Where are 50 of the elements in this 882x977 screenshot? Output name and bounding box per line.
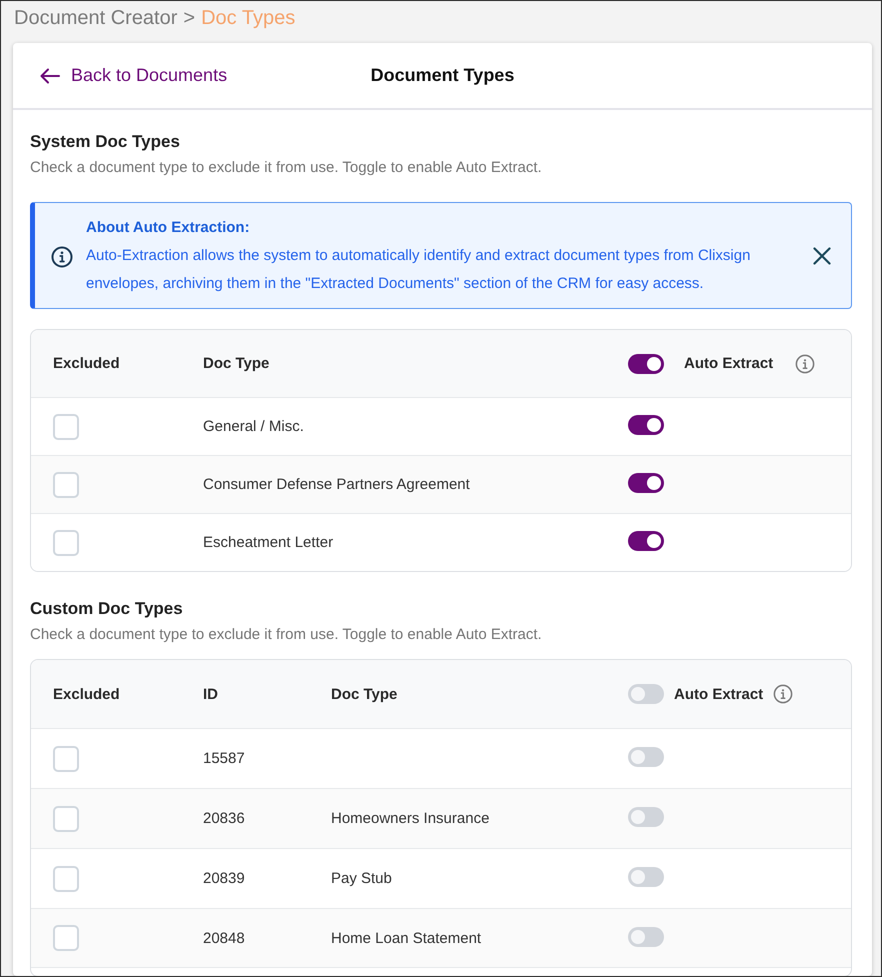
info-icon[interactable]: [773, 684, 794, 704]
banner-title: About Auto Extraction:: [86, 218, 251, 238]
checkbox[interactable]: [53, 746, 79, 772]
page-title: Document Types: [370, 65, 514, 86]
table-cell: Consumer Defense Partners Agreement: [203, 476, 470, 493]
column-header: Doc Type: [203, 355, 270, 372]
toggle-switch[interactable]: [628, 415, 664, 435]
column-header: Doc Type: [331, 686, 398, 702]
close-button[interactable]: [813, 246, 831, 264]
toggle-switch[interactable]: [628, 473, 664, 493]
section-title: System Doc Types: [30, 131, 181, 153]
checkbox[interactable]: [53, 472, 79, 498]
breadcrumb-separator: >: [183, 6, 196, 30]
column-header: Excluded: [53, 686, 120, 702]
toggle-switch[interactable]: [628, 354, 664, 374]
info-icon[interactable]: [795, 354, 816, 374]
table-cell: 20836: [203, 810, 245, 827]
checkbox[interactable]: [53, 866, 79, 892]
back-link[interactable]: Back to Documents: [40, 65, 228, 86]
toggle-switch[interactable]: [628, 747, 664, 767]
section-description: Check a document type to exclude it from use. Toggle to enable Auto Extract.: [30, 625, 543, 645]
table-cell: Homeowners Insurance: [331, 810, 490, 827]
table-cell: Home Loan Statement: [331, 930, 482, 946]
section-description: Check a document type to exclude it from use. Toggle to enable Auto Extract.: [30, 158, 543, 178]
checkbox[interactable]: [53, 414, 79, 440]
table-cell: 15587: [203, 750, 245, 767]
banner-text: Auto-Extraction allows the system to automatically identify and extract document types from Clixsign envelopes, archiving them in the "Extracted Documents" section of the CRM for easy access.: [86, 246, 752, 294]
checkbox[interactable]: [53, 925, 79, 951]
column-header: Excluded: [53, 355, 120, 372]
table-cell: 20848: [203, 930, 245, 946]
info-icon: [51, 246, 73, 268]
toggle-switch[interactable]: [628, 926, 664, 946]
close-icon: [813, 246, 831, 264]
checkbox[interactable]: [53, 530, 79, 556]
toggle-switch[interactable]: [628, 807, 664, 827]
breadcrumb-link[interactable]: Document Creator: [14, 4, 178, 30]
column-header: Auto Extract: [684, 355, 774, 372]
column-header: ID: [203, 686, 218, 702]
table-cell: Pay Stub: [331, 870, 392, 887]
toggle-switch[interactable]: [628, 684, 664, 704]
section-title: Custom Doc Types: [30, 598, 184, 620]
table-cell: General / Misc.: [203, 418, 304, 435]
toggle-switch[interactable]: [628, 867, 664, 887]
breadcrumb-current: Doc Types: [201, 6, 296, 30]
left-arrow-icon: [40, 68, 60, 84]
table-cell: 20839: [203, 870, 245, 887]
table-cell: Escheatment Letter: [203, 534, 334, 551]
checkbox[interactable]: [53, 806, 79, 832]
toggle-switch[interactable]: [628, 531, 664, 551]
column-header: Auto Extract: [674, 686, 764, 702]
